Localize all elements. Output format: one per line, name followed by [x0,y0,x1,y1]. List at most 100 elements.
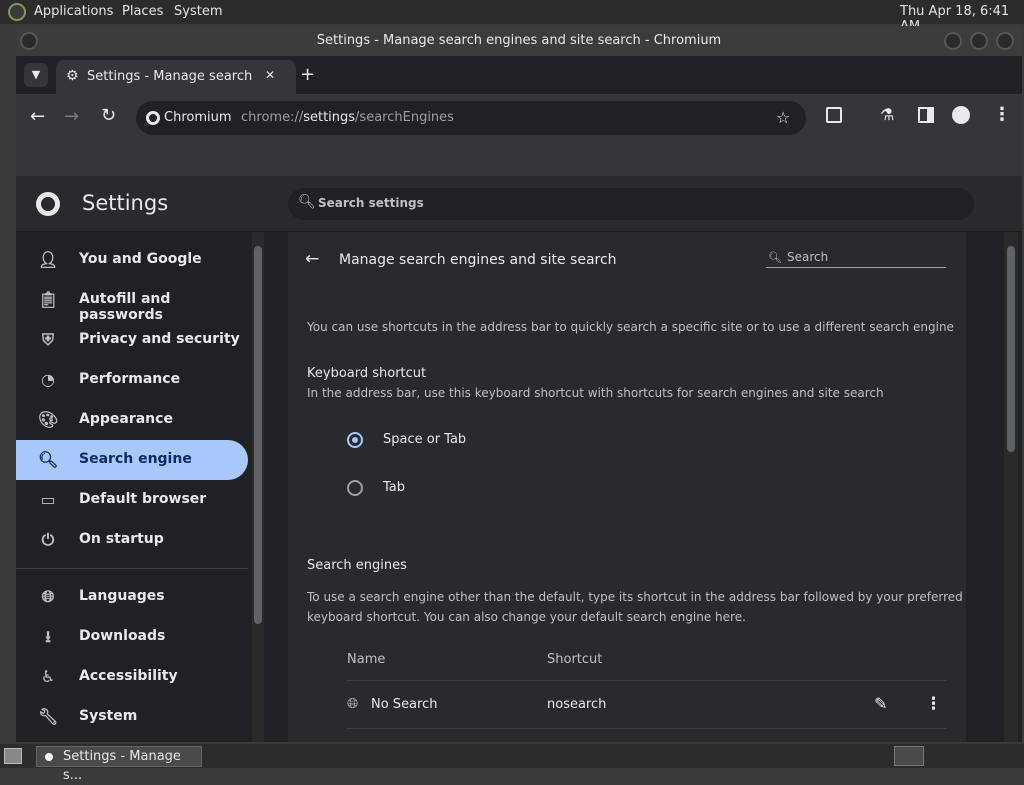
sidebar-item-appearance[interactable]: 🎨︎ Appearance [16,400,248,440]
settings-search-input[interactable]: 🔍︎ Search settings [288,188,974,220]
accessibility-icon: ♿︎ [40,667,56,686]
download-icon: ⭳ [45,627,51,646]
taskbar-item-chromium[interactable]: Settings - Manage s... [36,746,202,783]
intro-text: You can use shortcuts in the address bar… [307,320,954,334]
chromium-logo-icon [36,192,60,216]
desktop-top-panel: Applications Places System Thu Apr 18, 6… [0,0,1024,34]
maximize-icon[interactable] [970,32,988,50]
globe-icon: 🌐︎ [347,696,359,712]
sidebar-item-system[interactable]: 🔧︎ System [16,697,248,737]
sidebar-scrollbar-thumb[interactable] [254,246,262,624]
settings-header: Settings 🔍︎ Search settings [16,176,1022,232]
engine-search-input[interactable]: 🔍︎ Search [766,248,946,268]
wrench-icon: 🔧︎ [38,707,59,726]
tab-title: Settings - Manage search en [87,69,257,84]
speedometer-icon: ◔ [41,370,55,389]
tab-search-chevron-icon[interactable]: ▼ [24,63,48,87]
sidebar-item-privacy[interactable]: ⛨ Privacy and security [16,320,248,360]
engine-name: No Search [371,697,438,712]
tab-close-icon[interactable]: ✕ [265,68,275,82]
window-menu-icon[interactable] [20,32,38,50]
sidebar-item-default-browser[interactable]: ▭ Default browser [16,480,248,520]
settings-search-placeholder: Search settings [318,196,424,210]
search-engines-description-line2: keyboard shortcut. You can also change y… [307,610,746,624]
column-header-name: Name [347,652,386,667]
clipboard-icon: 📋︎ [38,290,59,309]
content-scrollbar[interactable] [1004,232,1018,742]
tab-strip: ▼ ⚙ Settings - Manage search en ✕ + [16,56,1022,94]
search-engines-card: ← Manage search engines and site search … [288,232,966,742]
search-icon: 🔍︎ [298,194,316,210]
search-engines-description-line1: To use a search engine other than the de… [307,590,963,604]
chromium-icon [41,749,57,765]
search-engines-heading: Search engines [307,558,407,573]
chromium-icon [146,111,160,125]
back-icon[interactable]: ← [30,106,45,127]
taskbar-item-label: Settings - Manage s... [63,749,181,783]
table-row: 🌐︎ No Search nosearch ✎ ⋮ [347,682,947,728]
table-divider [347,728,947,729]
engine-shortcut: nosearch [547,697,607,712]
forward-icon[interactable]: → [64,106,79,127]
show-desktop-icon[interactable] [4,748,22,764]
sidebar-item-you-and-google[interactable]: 👤︎ You and Google [16,240,248,280]
labs-flask-icon[interactable]: ⚗ [880,105,894,124]
sidebar-item-accessibility[interactable]: ♿︎ Accessibility [16,657,248,697]
menu-applications[interactable]: Applications [34,4,113,19]
browser-icon: ▭ [40,490,56,509]
site-chip-label: Chromium [164,110,232,125]
sidebar-item-autofill[interactable]: 📋︎ Autofill and passwords [16,280,248,323]
palette-icon: 🎨︎ [38,410,59,429]
search-icon: 🔍︎ [38,450,59,469]
menu-system[interactable]: System [174,4,222,19]
sidebar-item-performance[interactable]: ◔ Performance [16,360,248,400]
radio-space-or-tab[interactable] [347,432,363,448]
reload-icon[interactable]: ↻ [101,105,116,126]
keyboard-shortcut-description: In the address bar, use this keyboard sh… [307,386,884,400]
workspace-switcher[interactable] [894,746,924,766]
gear-icon: ⚙ [66,68,79,84]
new-tab-button[interactable]: + [300,64,315,85]
table-divider [347,680,947,681]
address-bar[interactable]: Chromium chrome://settings/searchEngines… [136,101,806,135]
tab-settings[interactable]: ⚙ Settings - Manage search en ✕ [56,60,296,94]
edit-pencil-icon[interactable]: ✎ [874,694,887,713]
content-scrollbar-thumb[interactable] [1007,246,1015,452]
distro-logo-icon[interactable] [8,3,26,21]
globe-icon: 🌐︎ [41,587,55,606]
profile-avatar-icon[interactable] [952,106,970,124]
window-titlebar[interactable]: Settings - Manage search engines and sit… [16,26,1022,56]
more-actions-icon[interactable]: ⋮ [925,694,942,714]
sidebar-item-languages[interactable]: 🌐︎ Languages [16,577,248,617]
bookmark-star-icon[interactable]: ☆ [776,108,790,127]
sidebar-scrollbar[interactable] [252,232,264,742]
sidebar-divider [16,568,248,569]
browser-menu-icon[interactable]: ⋮ [993,104,1011,125]
extensions-icon[interactable] [826,107,842,123]
back-arrow-icon[interactable]: ← [305,249,319,269]
radio-tab-label[interactable]: Tab [383,480,405,495]
keyboard-shortcut-heading: Keyboard shortcut [307,366,427,381]
desktop-taskbar: Settings - Manage s... [0,744,1024,783]
url-text: chrome://settings/searchEngines [241,110,454,125]
minimize-icon[interactable] [944,32,962,50]
column-header-shortcut: Shortcut [547,652,603,667]
radio-space-or-tab-label[interactable]: Space or Tab [383,432,466,447]
power-icon: ⏻ [41,530,55,549]
menu-places[interactable]: Places [122,4,163,19]
sidebar-item-downloads[interactable]: ⭳ Downloads [16,617,248,657]
settings-title: Settings [82,191,169,215]
page-title: Manage search engines and site search [339,252,617,268]
sidebar-item-on-startup[interactable]: ⏻ On startup [16,520,248,560]
window-title: Settings - Manage search engines and sit… [316,33,722,48]
toolbar-spacer [16,142,1022,176]
person-icon: 👤︎ [38,250,59,269]
browser-toolbar: ← → ↻ Chromium chrome://settings/searchE… [16,94,1022,142]
side-panel-icon[interactable] [918,107,934,123]
shield-icon: ⛨ [41,330,54,349]
engine-search-placeholder: Search [787,250,829,264]
sidebar-item-search-engine[interactable]: 🔍︎ Search engine [16,440,248,480]
radio-tab[interactable] [347,480,363,496]
close-window-icon[interactable] [996,32,1014,50]
settings-sidebar: 👤︎ You and Google 📋︎ Autofill and password… [16,232,264,742]
